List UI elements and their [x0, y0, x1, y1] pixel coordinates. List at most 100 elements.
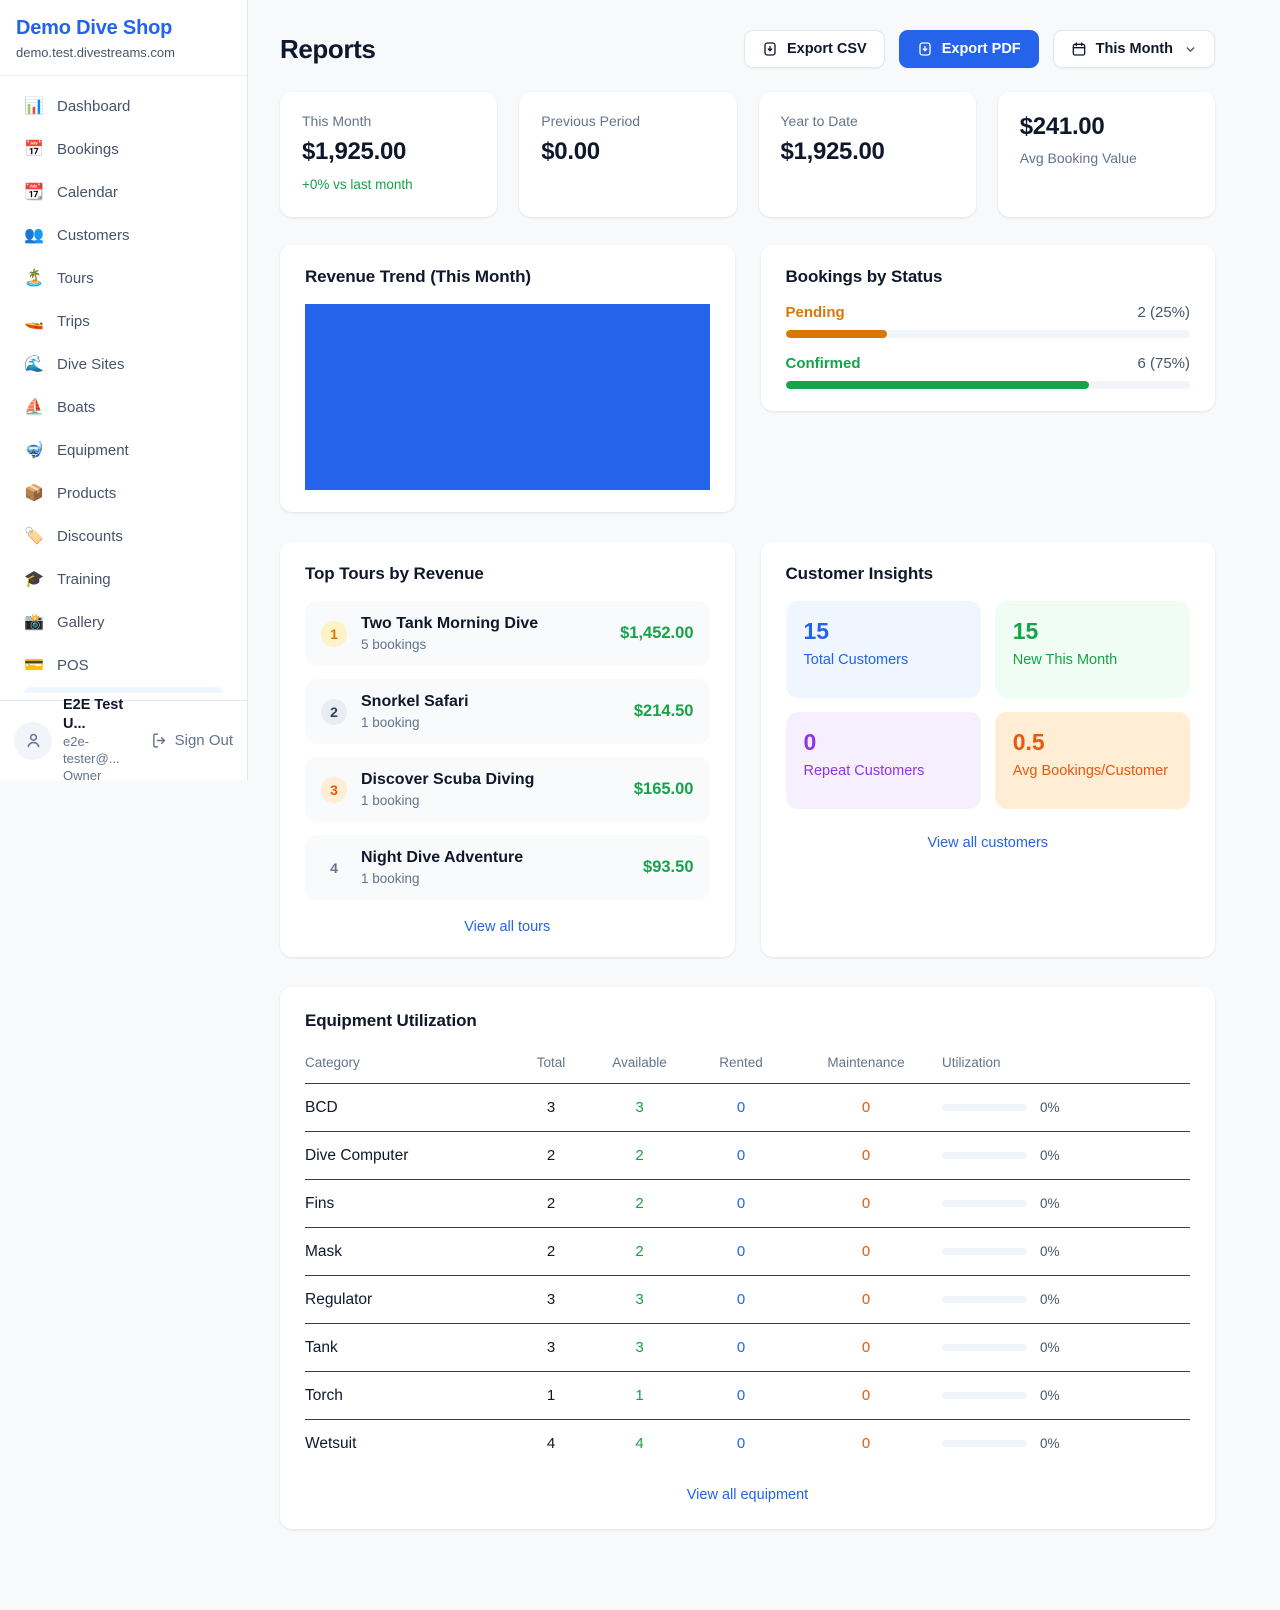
- utilization-bar: [942, 1392, 1027, 1399]
- cell-maintenance: 0: [790, 1084, 942, 1132]
- tour-revenue: $93.50: [643, 858, 693, 877]
- cell-category: BCD: [305, 1084, 515, 1132]
- equipment-header-row: Category Total Available Rented Maintena…: [305, 1043, 1190, 1084]
- sidebar-item-pos[interactable]: 💳 POS: [12, 644, 235, 687]
- tour-revenue: $165.00: [634, 780, 694, 799]
- sidebar-item-discounts[interactable]: 🏷️ Discounts: [12, 515, 235, 558]
- camera-icon: 📸: [24, 611, 44, 634]
- export-csv-button[interactable]: Export CSV: [744, 30, 885, 68]
- sidebar-item-training[interactable]: 🎓 Training: [12, 558, 235, 601]
- customer-insights-panel: Customer Insights 15 Total Customers 15 …: [761, 542, 1216, 957]
- dashboard-icon: 📊: [24, 95, 44, 118]
- stat-label: Avg Booking Value: [1020, 150, 1193, 166]
- status-label: Pending: [786, 304, 845, 321]
- cell-utilization: 0%: [942, 1388, 1190, 1403]
- stat-value: $241.00: [1020, 113, 1193, 141]
- export-pdf-label: Export PDF: [942, 41, 1021, 57]
- status-label: Confirmed: [786, 355, 861, 372]
- cell-utilization: 0%: [942, 1340, 1190, 1355]
- cell-maintenance: 0: [790, 1132, 942, 1180]
- equipment-table: Category Total Available Rented Maintena…: [305, 1043, 1190, 1468]
- cell-available: 3: [587, 1324, 692, 1372]
- status-row-pending: Pending 2 (25%): [786, 304, 1191, 338]
- table-row: Tank 3 3 0 0 0%: [305, 1324, 1190, 1372]
- revenue-trend-chart: [305, 304, 710, 490]
- sidebar-item-label: Dive Sites: [57, 353, 125, 376]
- sidebar-user-footer: E2E Test U... e2e-tester@... Owner Sign …: [0, 700, 247, 780]
- insight-tile-new-this-month: 15 New This Month: [995, 601, 1190, 698]
- sidebar-item-label: POS: [57, 654, 89, 677]
- sign-out-label: Sign Out: [175, 732, 233, 749]
- sidebar-item-dashboard[interactable]: 📊 Dashboard: [12, 85, 235, 128]
- sidebar-item-trips[interactable]: 🚤 Trips: [12, 300, 235, 343]
- sidebar-item-bookings[interactable]: 📅 Bookings: [12, 128, 235, 171]
- cell-category: Regulator: [305, 1276, 515, 1324]
- cell-rented: 0: [692, 1324, 790, 1372]
- table-row: BCD 3 3 0 0 0%: [305, 1084, 1190, 1132]
- view-all-equipment-link[interactable]: View all equipment: [305, 1487, 1190, 1503]
- sidebar-item-boats[interactable]: ⛵ Boats: [12, 386, 235, 429]
- cell-maintenance: 0: [790, 1228, 942, 1276]
- user-role: Owner: [63, 768, 140, 785]
- insight-label: Repeat Customers: [804, 763, 963, 779]
- sidebar-item-label: Gallery: [57, 611, 105, 634]
- stat-card-avg-booking-value: $241.00 Avg Booking Value: [998, 92, 1215, 217]
- progress-track: [786, 381, 1191, 389]
- sidebar-item-label: Boats: [57, 396, 95, 419]
- tour-bookings: 1 booking: [361, 871, 523, 886]
- view-all-tours-link[interactable]: View all tours: [305, 919, 710, 935]
- stat-label: Previous Period: [541, 113, 714, 129]
- sidebar-item-reports-partial[interactable]: [24, 687, 223, 693]
- stat-label: Year to Date: [781, 113, 954, 129]
- stats-row: This Month $1,925.00 +0% vs last month P…: [280, 92, 1215, 217]
- page-title: Reports: [280, 34, 375, 65]
- sidebar-item-equipment[interactable]: 🤿 Equipment: [12, 429, 235, 472]
- cell-utilization: 0%: [942, 1436, 1190, 1451]
- sidebar-item-dive-sites[interactable]: 🌊 Dive Sites: [12, 343, 235, 386]
- sidebar-item-gallery[interactable]: 📸 Gallery: [12, 601, 235, 644]
- stat-delta: +0% vs last month: [302, 177, 475, 192]
- credit-card-icon: 💳: [24, 654, 44, 677]
- cell-total: 2: [515, 1180, 587, 1228]
- speedboat-icon: 🚤: [24, 310, 44, 333]
- export-pdf-button[interactable]: Export PDF: [899, 30, 1039, 68]
- cell-total: 3: [515, 1324, 587, 1372]
- sailboat-icon: ⛵: [24, 396, 44, 419]
- page-header: Reports Export CSV Export PDF This Month: [280, 30, 1215, 68]
- column-header-utilization: Utilization: [942, 1043, 1190, 1084]
- cell-rented: 0: [692, 1228, 790, 1276]
- sidebar-item-label: Trips: [57, 310, 90, 333]
- sidebar-item-products[interactable]: 📦 Products: [12, 472, 235, 515]
- tag-icon: 🏷️: [24, 525, 44, 548]
- cell-available: 3: [587, 1276, 692, 1324]
- view-all-customers-link[interactable]: View all customers: [786, 835, 1191, 851]
- lists-row: Top Tours by Revenue 1 Two Tank Morning …: [280, 542, 1215, 957]
- revenue-trend-panel: Revenue Trend (This Month): [280, 245, 735, 512]
- sidebar: Demo Dive Shop demo.test.divestreams.com…: [0, 0, 248, 780]
- cell-available: 2: [587, 1180, 692, 1228]
- sidebar-item-label: Training: [57, 568, 111, 591]
- sidebar-item-label: Dashboard: [57, 95, 130, 118]
- cell-category: Torch: [305, 1372, 515, 1420]
- customer-insights-title: Customer Insights: [786, 564, 1191, 584]
- sign-out-button[interactable]: Sign Out: [151, 732, 233, 749]
- top-tours-title: Top Tours by Revenue: [305, 564, 710, 584]
- cell-category: Wetsuit: [305, 1420, 515, 1468]
- main-content: Reports Export CSV Export PDF This Month…: [248, 0, 1280, 1564]
- sidebar-nav: 📊 Dashboard 📅 Bookings 📆 Calendar 👥 Cust…: [0, 76, 247, 693]
- sidebar-item-calendar[interactable]: 📆 Calendar: [12, 171, 235, 214]
- tour-revenue: $214.50: [634, 702, 694, 721]
- utilization-bar: [942, 1296, 1027, 1303]
- file-download-icon: [762, 41, 778, 57]
- cell-utilization: 0%: [942, 1244, 1190, 1259]
- rank-badge: 1: [321, 621, 347, 647]
- dive-mask-icon: 🤿: [24, 439, 44, 462]
- bookings-by-status-panel: Bookings by Status Pending 2 (25%) Confi…: [761, 245, 1216, 411]
- rank-badge: 2: [321, 699, 347, 725]
- cell-total: 4: [515, 1420, 587, 1468]
- cell-rented: 0: [692, 1372, 790, 1420]
- cell-rented: 0: [692, 1276, 790, 1324]
- sidebar-item-customers[interactable]: 👥 Customers: [12, 214, 235, 257]
- period-dropdown[interactable]: This Month: [1053, 30, 1215, 68]
- sidebar-item-tours[interactable]: 🏝️ Tours: [12, 257, 235, 300]
